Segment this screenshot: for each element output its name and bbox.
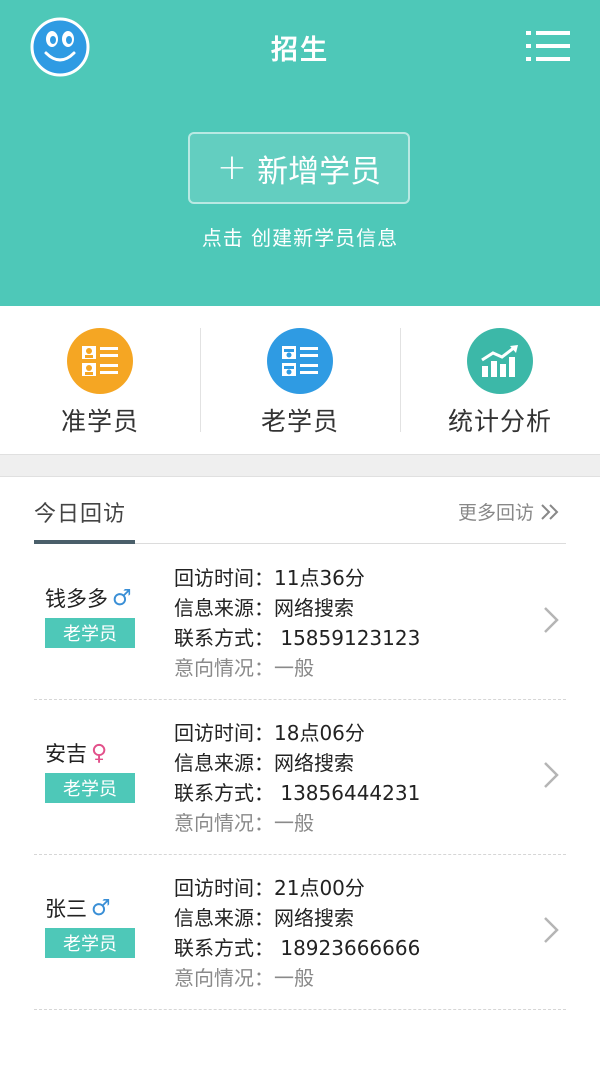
today-visits-header: 今日回访 更多回访 (0, 478, 600, 544)
chart-growth-icon (467, 328, 533, 394)
chevron-right-icon (544, 607, 559, 633)
tab-today-visits[interactable]: 今日回访 (34, 496, 126, 528)
source-label: 信息来源： (174, 751, 274, 775)
visit-time-label: 回访时间： (174, 876, 274, 900)
shortcut-former-students[interactable]: 老学员 (200, 306, 400, 454)
student-type-badge: 老学员 (45, 928, 135, 958)
intent-value: 一般 (274, 811, 314, 835)
visit-list: 钱多多 ♂ 老学员 回访时间：11点36分 信息来源：网络搜索 联系方式： 15… (0, 545, 600, 1010)
student-name: 钱多多 (45, 587, 108, 611)
female-icon: ♀ (91, 740, 108, 766)
section-divider (0, 454, 600, 477)
visit-details: 回访时间：18点06分 信息来源：网络搜索 联系方式： 13856444231 … (174, 718, 420, 838)
contact-value: 15859123123 (274, 626, 421, 650)
page-title: 招生 (271, 35, 329, 66)
visit-details: 回访时间：21点00分 信息来源：网络搜索 联系方式： 18923666666 … (174, 873, 420, 993)
contact-label: 联系方式： (174, 781, 274, 805)
list-item[interactable]: 安吉 ♀ 老学员 回访时间：18点06分 信息来源：网络搜索 联系方式： 138… (0, 700, 600, 855)
double-chevron-right-icon (541, 503, 559, 520)
contact-label: 联系方式： (174, 936, 274, 960)
chevron-right-icon (544, 917, 559, 943)
visit-time-label: 回访时间： (174, 566, 274, 590)
source-value: 网络搜索 (274, 906, 354, 930)
contact-value: 18923666666 (274, 936, 421, 960)
student-info: 张三 ♂ 老学员 (45, 893, 155, 958)
visit-time: 21点00分 (274, 876, 365, 900)
visit-details: 回访时间：11点36分 信息来源：网络搜索 联系方式： 15859123123 … (174, 563, 420, 683)
active-tab-indicator (34, 540, 135, 544)
student-info: 安吉 ♀ 老学员 (45, 738, 155, 803)
list-item[interactable]: 张三 ♂ 老学员 回访时间：21点00分 信息来源：网络搜索 联系方式： 189… (0, 855, 600, 1010)
student-type-badge: 老学员 (45, 618, 135, 648)
intent-label: 意向情况： (174, 966, 274, 990)
source-value: 网络搜索 (274, 751, 354, 775)
visit-time-label: 回访时间： (174, 721, 274, 745)
student-name: 安吉 (45, 742, 87, 766)
source-label: 信息来源： (174, 596, 274, 620)
source-value: 网络搜索 (274, 596, 354, 620)
student-name: 张三 (45, 897, 87, 921)
shortcut-label: 老学员 (260, 407, 339, 436)
more-visits-label: 更多回访 (457, 502, 534, 524)
shortcut-row: 准学员 老学员 统计分析 (0, 306, 600, 454)
list-item[interactable]: 钱多多 ♂ 老学员 回访时间：11点36分 信息来源：网络搜索 联系方式： 15… (0, 545, 600, 700)
shortcut-prospective-students[interactable]: 准学员 (0, 306, 200, 454)
prospective-students-icon (67, 328, 133, 394)
more-visits-link[interactable]: 更多回访 (458, 498, 560, 525)
intent-value: 一般 (274, 966, 314, 990)
visit-time: 11点36分 (274, 566, 365, 590)
menu-list-icon[interactable] (526, 30, 570, 62)
add-student-label: 新增学员 (257, 153, 382, 190)
male-icon: ♂ (91, 895, 111, 921)
shortcut-statistics[interactable]: 统计分析 (400, 306, 600, 454)
add-student-hint: 点击 创建新学员信息 (201, 226, 399, 250)
add-student-button[interactable]: + 新增学员 (188, 132, 410, 204)
source-label: 信息来源： (174, 906, 274, 930)
contact-value: 13856444231 (274, 781, 421, 805)
male-icon: ♂ (112, 585, 132, 611)
intent-label: 意向情况： (174, 811, 274, 835)
intent-label: 意向情况： (174, 656, 274, 680)
chevron-right-icon (544, 762, 559, 788)
student-type-badge: 老学员 (45, 773, 135, 803)
visit-time: 18点06分 (274, 721, 365, 745)
plus-icon: + (216, 147, 248, 188)
former-students-icon (267, 328, 333, 394)
header: 招生 + 新增学员 点击 创建新学员信息 (0, 0, 600, 306)
intent-value: 一般 (274, 656, 314, 680)
contact-label: 联系方式： (174, 626, 274, 650)
shortcut-label: 统计分析 (447, 407, 552, 436)
student-info: 钱多多 ♂ 老学员 (45, 583, 155, 648)
shortcut-label: 准学员 (60, 407, 139, 436)
